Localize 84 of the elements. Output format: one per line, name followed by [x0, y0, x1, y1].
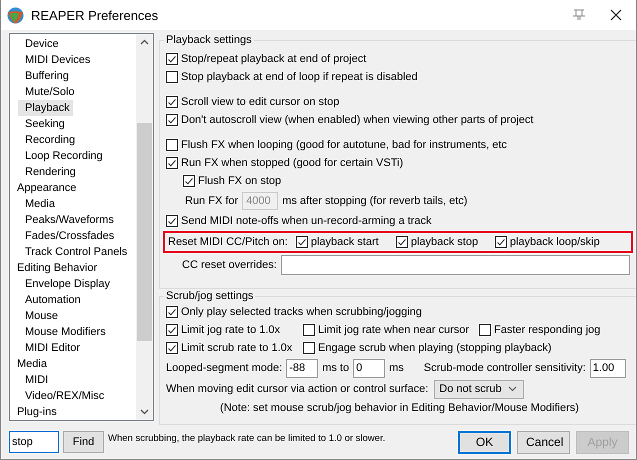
sidebar-item[interactable]: Automation: [18, 292, 84, 308]
input-field[interactable]: -88: [286, 358, 318, 378]
checkbox[interactable]: Scroll view to edit cursor on stop: [166, 93, 340, 111]
search-field[interactable]: stop: [9, 431, 59, 453]
group-title: Scrub/jog settings: [165, 289, 254, 303]
checkbox[interactable]: Limit jog rate when near cursor: [303, 321, 470, 339]
sidebar-item[interactable]: Recording: [18, 132, 78, 148]
sidebar-item[interactable]: Rendering: [18, 164, 79, 180]
check-icon: [396, 236, 407, 248]
check-icon: [167, 158, 177, 168]
checkbox[interactable]: Flush FX on stop: [183, 172, 282, 190]
check-icon: [496, 236, 506, 248]
sidebar-item[interactable]: MIDI Editor: [18, 340, 84, 356]
scrollbar-thumb[interactable]: [137, 123, 152, 341]
sidebar-item[interactable]: Media: [11, 356, 50, 372]
checkbox[interactable]: Limit scrub rate to 1.0x: [166, 339, 292, 357]
input-field[interactable]: [280, 255, 630, 275]
check-icon: [184, 176, 194, 186]
sidebar-item[interactable]: Media: [18, 196, 58, 212]
scrollbar[interactable]: [136, 34, 153, 420]
check-icon: [167, 54, 177, 64]
sidebar-item[interactable]: Mute/Solo: [18, 84, 78, 100]
checkbox[interactable]: Flush FX when looping (good for autotune, bad for instruments, etc: [166, 136, 507, 154]
check-icon: [167, 324, 177, 336]
sidebar-item[interactable]: Seeking: [18, 116, 68, 132]
chevron-down-icon[interactable]: [140, 409, 149, 415]
sidebar-item[interactable]: MIDI Devices: [18, 52, 94, 68]
window-title: REAPER Preferences: [31, 8, 160, 22]
sidebar-item[interactable]: Editing Behavior: [11, 260, 100, 276]
sidebar-item[interactable]: Loop Recording: [18, 148, 106, 164]
checkbox[interactable]: Only play selected tracks when scrubbing/jogging: [166, 303, 422, 321]
sidebar-item[interactable]: Mouse: [18, 308, 62, 324]
check-icon: [167, 114, 177, 126]
check-icon: [296, 236, 307, 248]
sidebar-item[interactable]: Mouse Modifiers: [18, 324, 109, 340]
sidebar-item[interactable]: Playback: [18, 100, 73, 116]
checkbox[interactable]: Stop/repeat playback at end of project: [166, 50, 366, 68]
unit-label: ms: [389, 362, 404, 374]
checkbox[interactable]: playback start: [296, 233, 379, 251]
sidebar-item[interactable]: Device: [18, 36, 62, 52]
sidebar-item[interactable]: Video/REX/Misc: [18, 388, 108, 404]
checkbox[interactable]: Don't autoscroll view (when enabled) when viewing other parts of project: [166, 111, 534, 129]
sidebar-item[interactable]: Fades/Crossfades: [18, 228, 118, 244]
input-field[interactable]: 0: [353, 358, 386, 378]
find-button[interactable]: Find: [63, 431, 104, 453]
check-icon: [167, 96, 177, 108]
input-field[interactable]: 1.00: [590, 358, 626, 378]
sidebar-item[interactable]: MIDI: [18, 372, 52, 388]
unit-label: ms to: [322, 362, 350, 374]
checkbox[interactable]: Faster responding jog: [479, 321, 600, 339]
chevron-up-icon[interactable]: [140, 39, 149, 45]
checkbox[interactable]: Send MIDI note-offs when un-record-arming a track: [166, 212, 432, 230]
group-title: Playback settings: [165, 33, 253, 47]
checkbox[interactable]: Run FX when stopped (good for certain VSTi): [166, 154, 404, 172]
checkbox[interactable]: Engage scrub when playing (stopping playback): [303, 339, 552, 357]
pin-icon[interactable]: [572, 9, 586, 21]
field-suffix: ms after stopping (for reverb tails, etc): [282, 195, 468, 207]
checkbox[interactable]: Stop playback at end of loop if repeat is disabled: [166, 68, 418, 86]
check-icon: [167, 306, 177, 318]
sidebar-item[interactable]: Track Control Panels: [18, 244, 130, 260]
field-label: Scrub-mode controller sensitivity:: [424, 362, 586, 374]
hint-text: When scrubbing, the playback rate can be limited to 1.0 or slower.: [108, 433, 386, 444]
field-label: Run FX for: [185, 195, 238, 207]
dropdown[interactable]: Do not scrub: [434, 380, 524, 398]
dialog-button[interactable]: OK: [458, 430, 511, 454]
check-icon: [167, 342, 177, 354]
field-label: CC reset overrides:: [182, 259, 277, 271]
check-icon: [167, 216, 177, 226]
note-text: (Note: set mouse scrub/jog behavior in Editing Behavior/Mouse Modifiers): [219, 402, 580, 414]
checkbox[interactable]: Limit jog rate to 1.0x: [166, 321, 280, 339]
chevron-down-icon: [508, 386, 518, 392]
sidebar-item[interactable]: Peaks/Waveforms: [18, 212, 117, 228]
close-icon[interactable]: [610, 9, 622, 21]
app-logo-icon: [7, 6, 24, 24]
field-label: Looped-segment mode:: [166, 362, 282, 374]
sidebar-item[interactable]: Envelope Display: [18, 276, 113, 292]
dialog-button[interactable]: Cancel: [517, 430, 570, 454]
sidebar-item[interactable]: Appearance: [11, 180, 80, 196]
sidebar-item[interactable]: Plug-ins: [11, 404, 60, 420]
checkbox[interactable]: playback loop/skip: [494, 233, 600, 251]
sidebar-item[interactable]: Buffering: [18, 68, 72, 84]
field-label: Reset MIDI CC/Pitch on:: [168, 236, 288, 248]
field-label: When moving edit cursor via action or control surface:: [166, 383, 428, 395]
checkbox[interactable]: playback stop: [396, 233, 478, 251]
